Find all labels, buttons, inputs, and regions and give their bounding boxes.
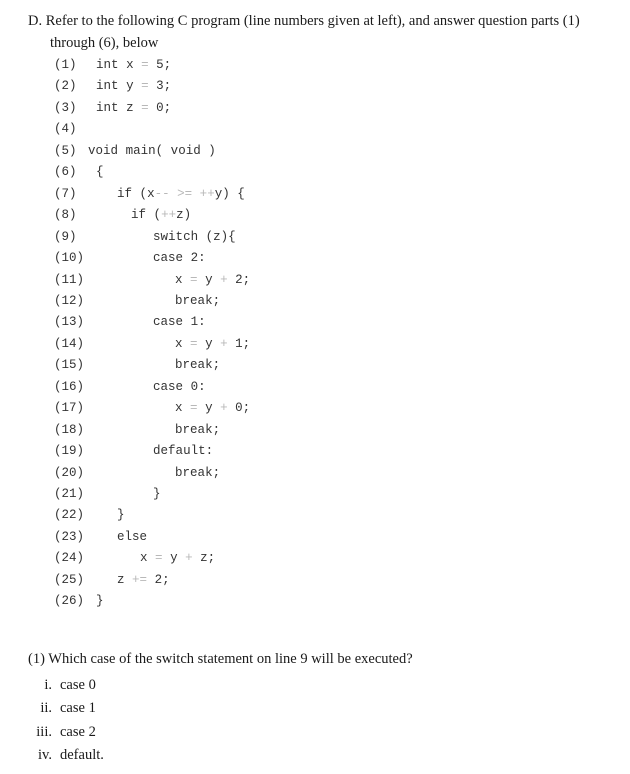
- line-number: (22): [54, 508, 85, 523]
- code-line: (4): [0, 122, 630, 143]
- code-line: (11) x = y + 2;: [0, 273, 630, 294]
- code-text: }: [153, 487, 161, 501]
- code-line: (7) if (x-- >= ++y) {: [0, 187, 630, 208]
- code-line: (1) int x = 5;: [0, 58, 630, 79]
- code-line: (19) default:: [0, 444, 630, 465]
- question-1: (1) Which case of the switch statement o…: [28, 651, 413, 667]
- code-line: (13) case 1:: [0, 315, 630, 336]
- line-number: (26): [54, 594, 85, 609]
- line-number: (20): [54, 465, 85, 480]
- code-line: (3) int z = 0;: [0, 101, 630, 122]
- code-text: void main( void ): [88, 143, 216, 158]
- code-line: (8) if (++z): [0, 208, 630, 229]
- line-number: (18): [54, 422, 85, 437]
- code-line: (9) switch (z){: [0, 230, 630, 251]
- code-text: if (++z): [131, 208, 192, 223]
- code-line: (23) else: [0, 530, 630, 551]
- code-text: {: [96, 165, 104, 180]
- option-number: ii.: [40, 700, 52, 716]
- line-number: (11): [54, 272, 85, 287]
- option-number: iv.: [38, 747, 52, 763]
- option-label: case 1: [60, 700, 96, 716]
- line-number: (8): [54, 208, 77, 223]
- code-text: int x = 5;: [96, 58, 172, 72]
- code-text: }: [117, 508, 125, 523]
- code-text: case 0:: [153, 379, 206, 394]
- code-text: z += 2;: [117, 572, 170, 587]
- code-text: int z = 0;: [96, 100, 172, 115]
- intro-line-2: through (6), below: [50, 35, 159, 51]
- code-text: case 2:: [153, 251, 206, 266]
- line-number: (9): [54, 229, 77, 244]
- code-text: default:: [153, 444, 214, 459]
- code-text: x = y + 2;: [175, 272, 251, 287]
- code-line: (15) break;: [0, 358, 630, 379]
- line-number: (12): [54, 293, 85, 308]
- line-number: (19): [54, 444, 85, 459]
- code-text: break;: [175, 293, 221, 308]
- line-number: (5): [54, 143, 77, 158]
- line-number: (25): [54, 572, 85, 587]
- option-label: case 0: [60, 677, 96, 693]
- code-line: (14) x = y + 1;: [0, 337, 630, 358]
- intro-line-1: D. Refer to the following C program (lin…: [28, 13, 580, 29]
- code-line: (26)}: [0, 594, 630, 615]
- code-text: switch (z){: [153, 229, 236, 244]
- code-text: case 1:: [153, 315, 206, 330]
- option-label: case 2: [60, 724, 96, 740]
- line-number: (21): [54, 487, 85, 501]
- code-text: x = y + 0;: [175, 401, 251, 416]
- line-number: (7): [54, 186, 77, 201]
- code-line: (10) case 2:: [0, 251, 630, 272]
- code-line: (5) void main( void ): [0, 144, 630, 165]
- line-number: (10): [54, 251, 85, 266]
- line-number: (17): [54, 401, 85, 416]
- line-number: (24): [54, 551, 85, 566]
- code-line: (24) x = y + z;: [0, 551, 630, 572]
- option-number: iii.: [36, 724, 52, 740]
- code-text: break;: [175, 465, 221, 480]
- option-label: default.: [60, 747, 104, 763]
- option-iv[interactable]: iv. default.: [22, 747, 104, 764]
- problem-intro: D. Refer to the following C program (lin…: [28, 10, 618, 54]
- code-line: (12) break;: [0, 294, 630, 315]
- code-line: (20) break;: [0, 466, 630, 487]
- code-text: x = y + 1;: [175, 336, 251, 351]
- line-number: (15): [54, 358, 85, 373]
- code-line: (16) case 0:: [0, 380, 630, 401]
- option-number: i.: [44, 677, 52, 693]
- line-number: (23): [54, 529, 85, 544]
- code-line: (2) int y = 3;: [0, 79, 630, 100]
- code-line: (25) z += 2;: [0, 573, 630, 594]
- line-number: (1): [54, 58, 77, 72]
- line-number: (2): [54, 79, 77, 94]
- line-number: (13): [54, 315, 85, 330]
- code-text: int y = 3;: [96, 79, 172, 94]
- code-text: }: [96, 594, 104, 609]
- option-iii[interactable]: iii. case 2: [22, 724, 96, 741]
- code-line: (6) {: [0, 165, 630, 186]
- line-number: (16): [54, 379, 85, 394]
- code-line: (17) x = y + 0;: [0, 401, 630, 422]
- option-i[interactable]: i. case 0: [22, 677, 96, 694]
- code-text: if (x-- >= ++y) {: [117, 186, 245, 201]
- line-number: (6): [54, 165, 77, 180]
- line-number: (3): [54, 100, 77, 115]
- code-text: x = y + z;: [140, 551, 216, 566]
- code-text: break;: [175, 422, 221, 437]
- code-text: break;: [175, 358, 221, 373]
- line-number: (4): [54, 122, 77, 137]
- code-line: (21)}: [0, 487, 630, 508]
- code-line: (18) break;: [0, 423, 630, 444]
- code-line: (22)}: [0, 508, 630, 529]
- code-text: else: [117, 529, 148, 544]
- option-ii[interactable]: ii. case 1: [22, 700, 96, 717]
- line-number: (14): [54, 336, 85, 351]
